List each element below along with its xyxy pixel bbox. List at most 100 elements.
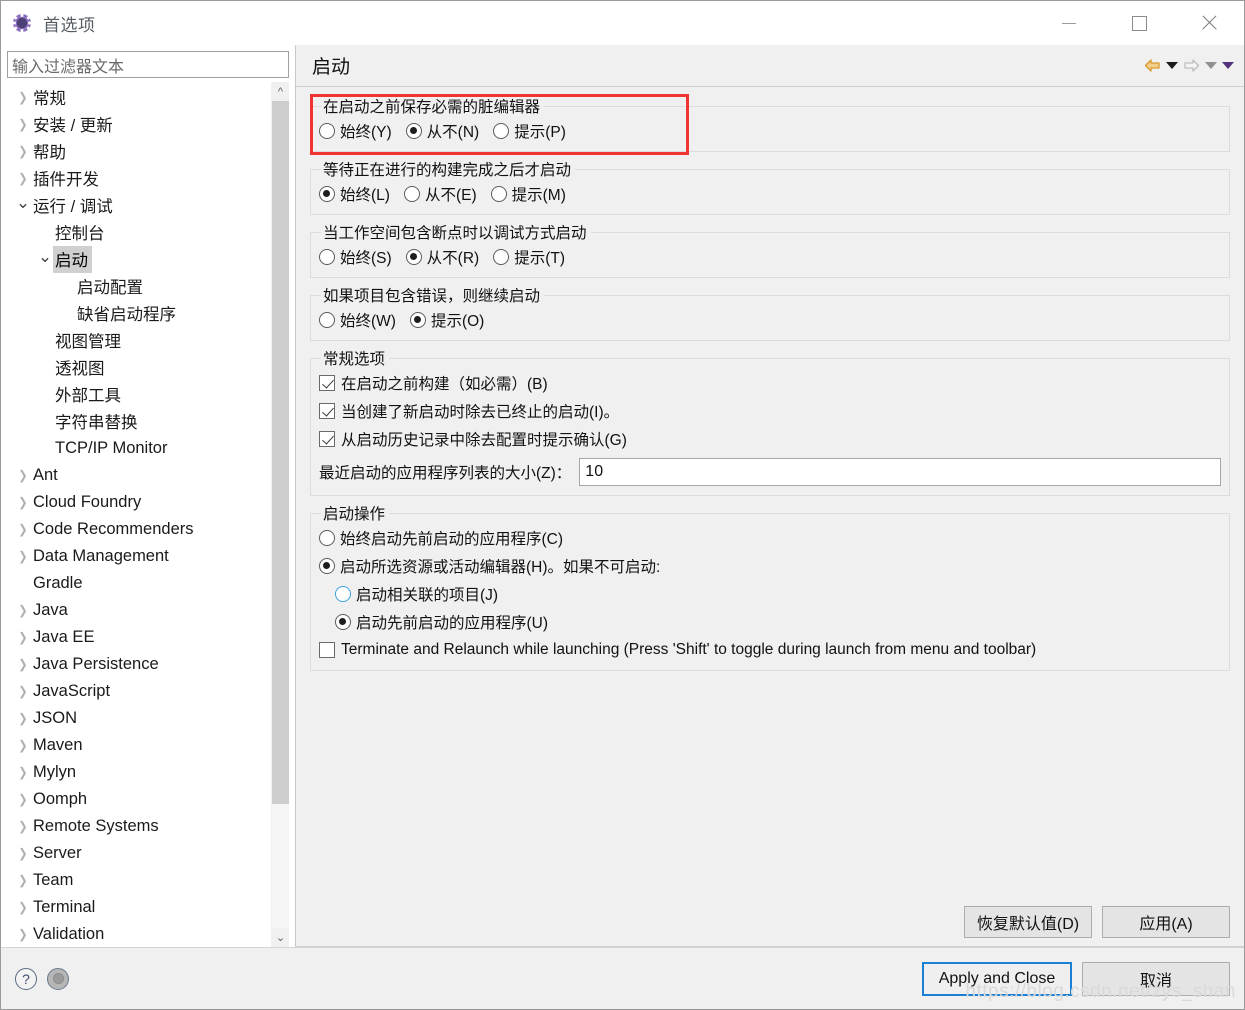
radio-button[interactable]	[409, 312, 426, 328]
sidebar-item[interactable]: Data Management	[7, 543, 271, 570]
sidebar-item[interactable]: 常规	[7, 84, 271, 111]
chevron-right-icon[interactable]	[15, 651, 31, 678]
radio-button[interactable]	[319, 530, 335, 546]
terminate-relaunch-row[interactable]: Terminate and Relaunch while launching (…	[319, 636, 1221, 664]
sidebar-item[interactable]: Maven	[7, 732, 271, 759]
sidebar-item[interactable]: JSON	[7, 705, 271, 732]
tree-scrollbar[interactable]: ^ ⌄	[271, 82, 289, 947]
chevron-right-icon[interactable]	[15, 705, 31, 732]
chevron-right-icon[interactable]	[15, 516, 31, 543]
chevron-right-icon[interactable]	[15, 840, 31, 867]
sidebar-item[interactable]: Terminal	[7, 894, 271, 921]
sidebar-item[interactable]: Oomph	[7, 786, 271, 813]
scroll-up-button[interactable]: ^	[272, 82, 289, 101]
sidebar-item[interactable]: Mylyn	[7, 759, 271, 786]
sidebar-item[interactable]: Cloud Foundry	[7, 489, 271, 516]
launch-operation-row[interactable]: 始终启动先前启动的应用程序(C)	[319, 524, 1221, 552]
chevron-right-icon[interactable]	[15, 111, 31, 138]
chevron-right-icon[interactable]	[15, 165, 31, 192]
sidebar-item[interactable]: Gradle	[7, 570, 271, 597]
radio-button[interactable]	[493, 123, 510, 139]
radio-button[interactable]	[405, 123, 422, 139]
radio-button[interactable]	[493, 249, 510, 265]
terminate-relaunch-checkbox[interactable]	[319, 642, 335, 658]
sidebar-item[interactable]: Server	[7, 840, 271, 867]
radio-option[interactable]: 始终(Y)	[319, 120, 392, 142]
chevron-right-icon[interactable]	[15, 921, 31, 947]
radio-button[interactable]	[319, 186, 335, 202]
maximize-button[interactable]	[1104, 1, 1174, 45]
apply-button[interactable]: 应用(A)	[1102, 906, 1230, 938]
radio-button[interactable]	[319, 123, 335, 139]
launch-operation-row[interactable]: 启动所选资源或活动编辑器(H)。如果不可启动:	[319, 552, 1221, 580]
radio-button[interactable]	[403, 186, 420, 202]
radio-option[interactable]: 提示(O)	[409, 309, 484, 331]
sidebar-item[interactable]: Team	[7, 867, 271, 894]
minimize-button[interactable]	[1034, 1, 1104, 45]
chevron-right-icon[interactable]	[15, 138, 31, 165]
sidebar-item[interactable]: 安装 / 更新	[7, 111, 271, 138]
sidebar-item[interactable]: 插件开发	[7, 165, 271, 192]
chevron-right-icon[interactable]	[15, 678, 31, 705]
radio-option[interactable]: 始终(L)	[319, 183, 390, 205]
chevron-right-icon[interactable]	[15, 732, 31, 759]
sidebar-item[interactable]: 运行 / 调试	[7, 192, 271, 219]
sidebar-item[interactable]: 视图管理	[7, 327, 271, 354]
back-menu-chevron-down-icon[interactable]	[1166, 61, 1178, 70]
chevron-down-icon[interactable]	[15, 192, 31, 219]
radio-button[interactable]	[405, 249, 422, 265]
radio-option[interactable]: 提示(P)	[493, 120, 566, 142]
sidebar-item[interactable]: 外部工具	[7, 381, 271, 408]
general-option-row[interactable]: 从启动历史记录中除去配置时提示确认(G)	[319, 425, 1221, 453]
chevron-right-icon[interactable]	[15, 597, 31, 624]
restore-defaults-button[interactable]: 恢复默认值(D)	[964, 906, 1092, 938]
radio-option[interactable]: 从不(E)	[403, 183, 477, 205]
sidebar-item[interactable]: 透视图	[7, 354, 271, 381]
radio-button[interactable]	[335, 586, 351, 602]
launch-operation-row[interactable]: 启动相关联的项目(J)	[335, 580, 1221, 608]
filter-input[interactable]: 输入过滤器文本	[7, 51, 289, 78]
sidebar-item[interactable]: Java Persistence	[7, 651, 271, 678]
launch-operation-row[interactable]: 启动先前启动的应用程序(U)	[335, 608, 1221, 636]
chevron-right-icon[interactable]	[15, 894, 31, 921]
sidebar-item[interactable]: 启动配置	[7, 273, 271, 300]
chevron-right-icon[interactable]	[15, 867, 31, 894]
radio-button[interactable]	[490, 186, 507, 202]
sidebar-item[interactable]: 字符串替换	[7, 408, 271, 435]
chevron-right-icon[interactable]	[15, 759, 31, 786]
general-option-row[interactable]: 在启动之前构建（如必需）(B)	[319, 369, 1221, 397]
radio-option[interactable]: 提示(M)	[490, 183, 566, 205]
sidebar-item[interactable]: 启动	[7, 246, 271, 273]
chevron-right-icon[interactable]	[15, 84, 31, 111]
general-option-row[interactable]: 当创建了新启动时除去已终止的启动(I)。	[319, 397, 1221, 425]
back-arrow-icon[interactable]	[1144, 58, 1161, 73]
chevron-down-icon[interactable]	[37, 246, 53, 273]
sidebar-item[interactable]: 缺省启动程序	[7, 300, 271, 327]
sidebar-item[interactable]: 帮助	[7, 138, 271, 165]
radio-button[interactable]	[335, 614, 351, 630]
radio-option[interactable]: 始终(S)	[319, 246, 392, 268]
radio-button[interactable]	[319, 558, 335, 574]
sidebar-item[interactable]: Code Recommenders	[7, 516, 271, 543]
chevron-right-icon[interactable]	[15, 543, 31, 570]
sidebar-item[interactable]: Java EE	[7, 624, 271, 651]
sidebar-item[interactable]: Remote Systems	[7, 813, 271, 840]
radio-option[interactable]: 始终(W)	[319, 309, 396, 331]
close-button[interactable]	[1174, 1, 1244, 45]
chevron-right-icon[interactable]	[15, 813, 31, 840]
help-icon[interactable]: ?	[15, 967, 37, 990]
sidebar-item[interactable]: Ant	[7, 462, 271, 489]
radio-option[interactable]: 提示(T)	[493, 246, 565, 268]
chevron-right-icon[interactable]	[15, 624, 31, 651]
preference-tree[interactable]: 常规安装 / 更新帮助插件开发运行 / 调试控制台启动启动配置缺省启动程序视图管…	[7, 82, 271, 947]
view-menu-chevron-down-icon[interactable]	[1222, 61, 1234, 70]
checkbox[interactable]	[319, 431, 335, 447]
scroll-down-button[interactable]: ⌄	[272, 928, 289, 947]
sidebar-item[interactable]: 控制台	[7, 219, 271, 246]
sidebar-item[interactable]: JavaScript	[7, 678, 271, 705]
scrollbar-thumb[interactable]	[272, 101, 289, 804]
checkbox[interactable]	[319, 375, 335, 391]
chevron-right-icon[interactable]	[15, 489, 31, 516]
sidebar-item[interactable]: Java	[7, 597, 271, 624]
status-circle-icon[interactable]	[47, 967, 69, 990]
